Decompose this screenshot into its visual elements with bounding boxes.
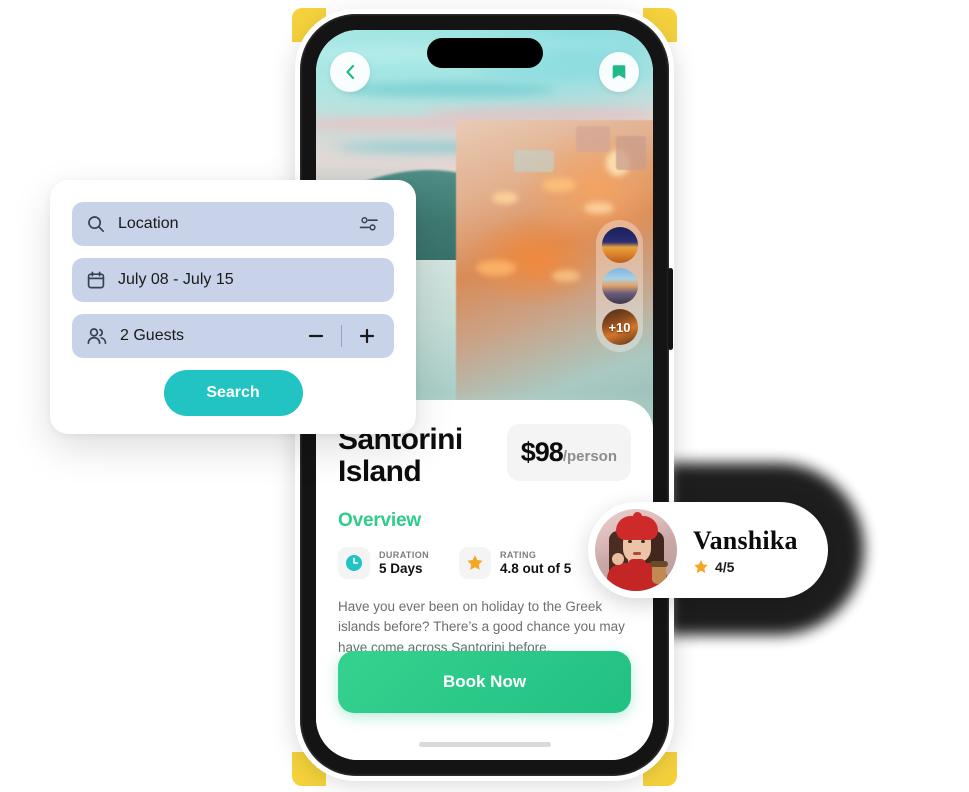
meta-rating-text: RATING 4.8 out of 5 <box>500 550 571 576</box>
window-glow <box>552 270 580 282</box>
star-icon-wrap <box>459 546 492 579</box>
back-button[interactable] <box>330 52 370 92</box>
clock-icon <box>346 554 362 571</box>
gallery-thumb-1[interactable] <box>601 227 638 263</box>
avatar-beret-nub <box>633 512 642 521</box>
meta-label: DURATION <box>379 549 430 560</box>
dynamic-island <box>426 38 543 68</box>
description-text: Have you ever been on holiday to the Gre… <box>338 598 625 655</box>
stepper-divider <box>341 325 342 347</box>
meta-rating: RATING 4.8 out of 5 <box>459 546 571 579</box>
star-icon <box>694 559 708 573</box>
bookmark-button[interactable] <box>599 52 639 92</box>
reviewer-name: Vanshika <box>693 525 798 555</box>
building-block <box>576 126 610 152</box>
price-badge: $98 /person <box>506 424 631 481</box>
price-unit: /person <box>562 448 617 465</box>
guests-value: 2 Guests <box>120 327 185 344</box>
meta-value: 5 Days <box>379 560 423 576</box>
window-glow <box>476 260 516 276</box>
window-glow <box>584 202 614 214</box>
bookmark-icon <box>612 65 626 79</box>
sliders-icon[interactable] <box>358 214 380 234</box>
star-icon <box>467 554 483 570</box>
avatar-eye-left <box>628 540 632 543</box>
price-amount: $98 <box>520 437 564 467</box>
plus-icon <box>359 328 375 344</box>
guests-field[interactable]: 2 Guests <box>72 314 394 358</box>
screenshot-canvas: +10 Santorini Island $98 /person Overvie… <box>0 0 969 792</box>
avatar-coffee-lid <box>650 561 668 567</box>
book-now-button[interactable]: Book Now <box>338 651 631 713</box>
reviewer-rating-value: 4/5 <box>715 558 735 575</box>
location-value: Location <box>118 215 179 232</box>
location-field[interactable]: Location <box>72 202 394 246</box>
window-glow <box>542 178 576 192</box>
guests-stepper <box>303 325 380 347</box>
avatar-coffee-cup <box>652 564 666 584</box>
power-button[interactable] <box>668 268 673 350</box>
search-button[interactable]: Search <box>163 370 303 416</box>
dates-value: July 08 - July 15 <box>118 271 234 288</box>
avatar-lips <box>633 552 641 555</box>
gallery-thumbnail-stack[interactable]: +10 <box>596 220 643 352</box>
meta-label: RATING <box>500 549 537 560</box>
window-glow <box>492 192 518 204</box>
avatar-eye-right <box>641 540 645 543</box>
gallery-thumb-more[interactable]: +10 <box>601 309 638 345</box>
minus-icon <box>308 334 324 338</box>
reviewer-info: Vanshika 4/5 <box>693 526 798 575</box>
search-card: Location July 08 - July 15 2 Guests Sear… <box>50 180 416 434</box>
clock-icon-wrap <box>338 546 370 579</box>
people-icon <box>87 328 107 345</box>
guests-increment-button[interactable] <box>354 326 380 346</box>
building-block <box>616 136 646 170</box>
guests-decrement-button[interactable] <box>303 326 329 346</box>
cloud <box>346 82 556 97</box>
meta-duration: DURATION 5 Days <box>338 546 429 579</box>
chevron-left-icon <box>346 64 355 80</box>
dates-field[interactable]: July 08 - July 15 <box>72 258 394 302</box>
building-block <box>514 150 554 172</box>
gallery-more-count: +10 <box>608 319 631 335</box>
search-icon <box>88 216 105 233</box>
avatar <box>595 509 677 591</box>
meta-value: 4.8 out of 5 <box>500 560 572 576</box>
home-indicator[interactable] <box>418 742 551 747</box>
calendar-icon <box>87 271 105 289</box>
overview-heading: Overview <box>338 509 421 531</box>
reviewer-card[interactable]: Vanshika 4/5 <box>588 502 828 598</box>
reviewer-rating-row: 4/5 <box>693 559 798 575</box>
avatar-hand <box>612 553 624 565</box>
gallery-thumb-2[interactable] <box>601 268 638 304</box>
meta-duration-text: DURATION 5 Days <box>379 550 429 576</box>
